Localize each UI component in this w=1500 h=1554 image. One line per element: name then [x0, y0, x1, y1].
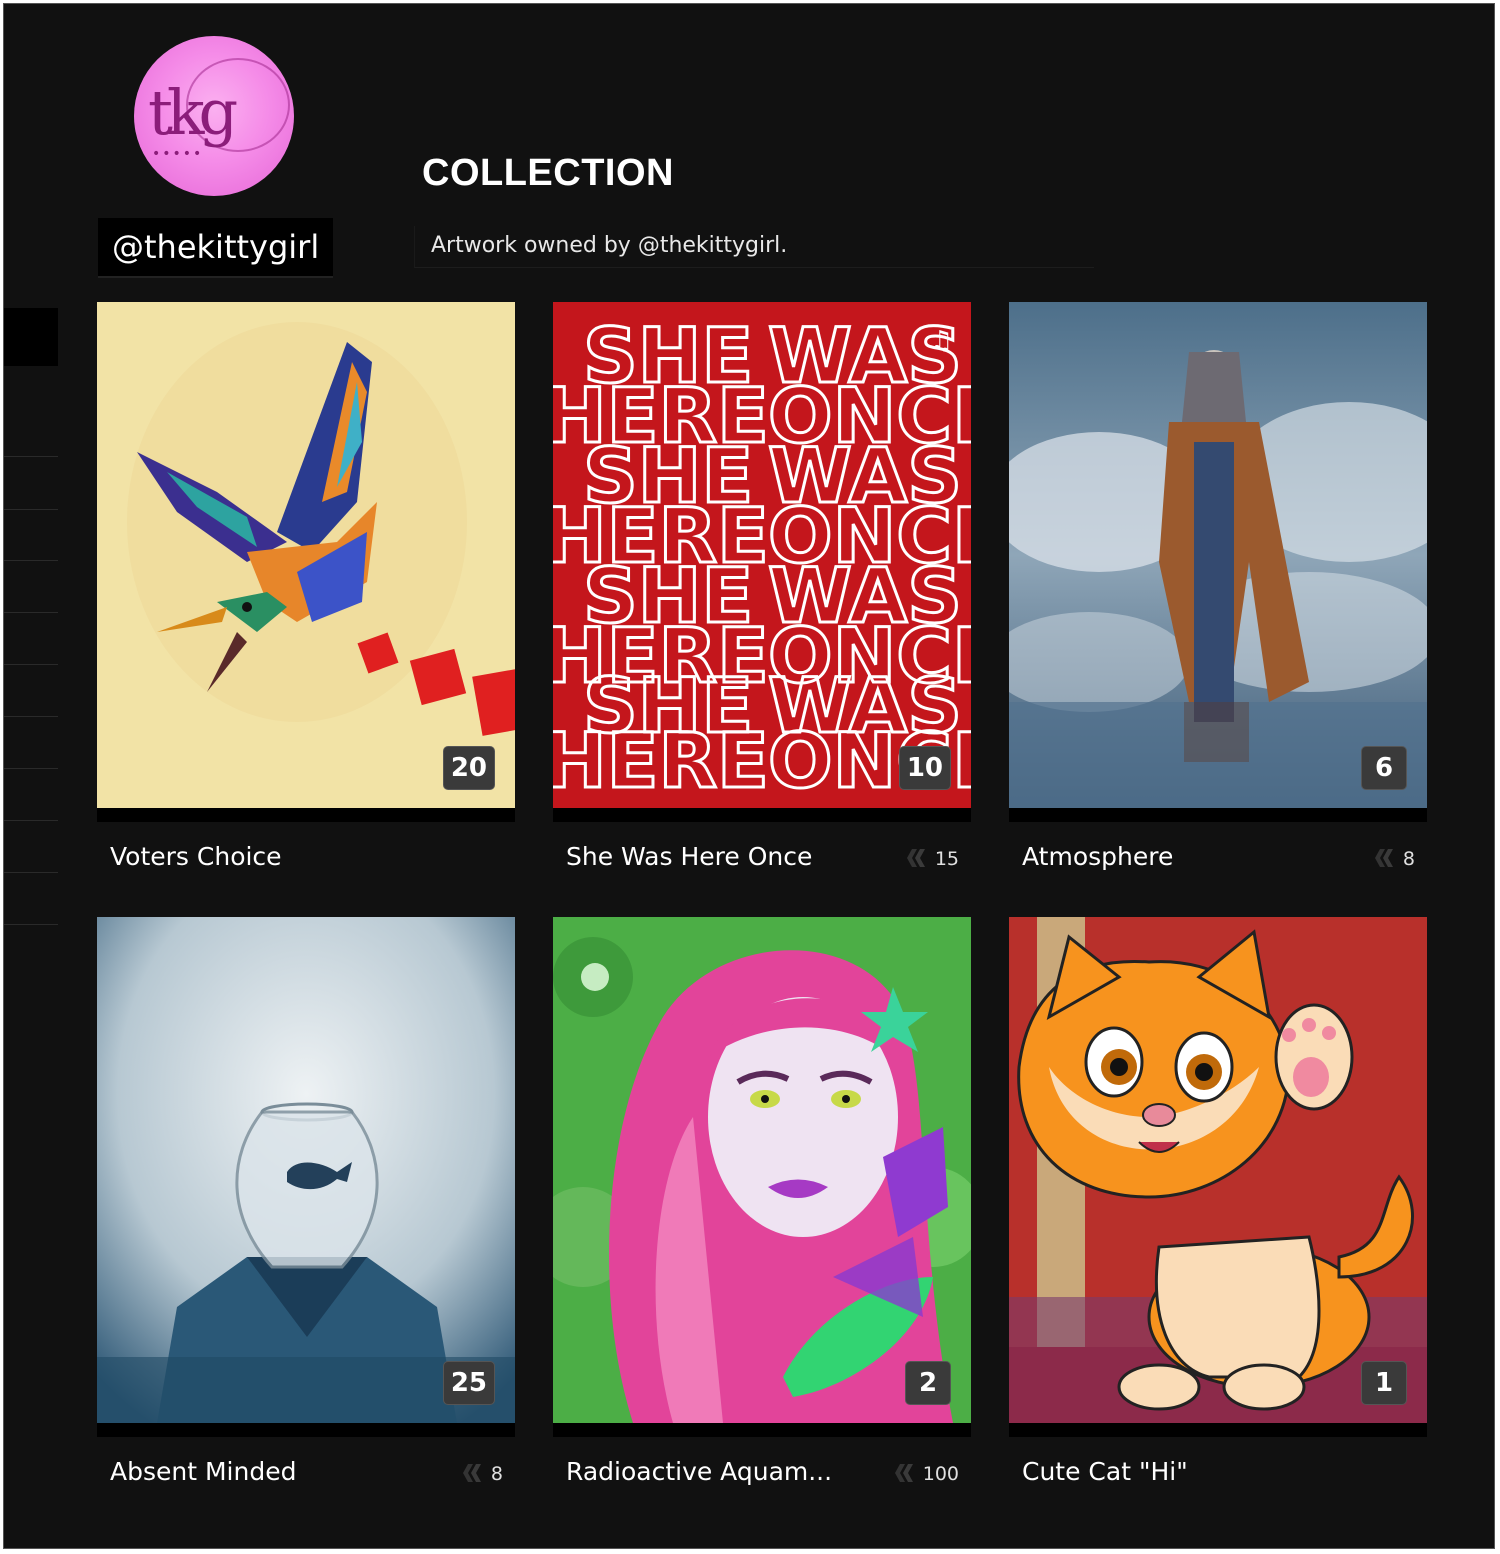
- artwork-image[interactable]: 20: [97, 302, 515, 822]
- edition-count-badge: 2: [905, 1361, 951, 1405]
- edition-count-badge: 1: [1361, 1361, 1407, 1405]
- artwork-image[interactable]: 25: [97, 917, 515, 1437]
- fishbowl-artwork: [97, 917, 515, 1423]
- price-value: 15: [934, 848, 959, 870]
- edition-count-badge: 6: [1361, 746, 1407, 790]
- artwork-image[interactable]: 1: [1009, 917, 1427, 1437]
- sidebar-divider: [4, 509, 58, 510]
- sidebar-divider: [4, 768, 58, 769]
- typography-artwork: SHE WAS HERE ONCE SHE WAS HERE ONCE SHE …: [553, 302, 971, 808]
- logo-dots: •••••: [152, 146, 204, 162]
- sidebar-divider: [4, 560, 58, 561]
- artwork-title[interactable]: She Was Here Once: [566, 842, 812, 871]
- hive-icon: [1374, 849, 1393, 867]
- artwork-title[interactable]: Absent Minded: [110, 1457, 296, 1486]
- sidebar-tab[interactable]: [4, 308, 58, 366]
- artwork-title[interactable]: Atmosphere: [1022, 842, 1173, 871]
- hive-icon: [894, 1464, 913, 1482]
- edition-count-badge: 20: [442, 746, 495, 790]
- page-subtitle: Artwork owned by @thekittygirl.: [414, 226, 1094, 268]
- artwork-title[interactable]: Radioactive Aquam...: [566, 1457, 832, 1486]
- artwork-image[interactable]: 6: [1009, 302, 1427, 822]
- page-title: COLLECTION: [422, 152, 674, 194]
- username-label[interactable]: @thekittygirl: [98, 218, 334, 278]
- price-value: 8: [490, 1463, 503, 1485]
- artwork-image[interactable]: 2: [553, 917, 971, 1437]
- artwork-title[interactable]: Voters Choice: [110, 842, 282, 871]
- sidebar-divider: [4, 664, 58, 665]
- bird-artwork: [97, 302, 515, 808]
- price-value: 8: [1402, 848, 1415, 870]
- edition-count-badge: 10: [898, 746, 951, 790]
- hive-icon: [906, 849, 925, 867]
- price-value: 100: [922, 1463, 959, 1485]
- profile-logo[interactable]: tkg •••••: [134, 36, 294, 196]
- mermaid-artwork: [553, 917, 971, 1423]
- sidebar-divider: [4, 924, 58, 925]
- sidebar-divider: [4, 456, 58, 457]
- storm-figure-artwork: [1009, 302, 1427, 808]
- artwork-title[interactable]: Cute Cat "Hi": [1022, 1457, 1188, 1486]
- cat-artwork: [1009, 917, 1427, 1423]
- edition-count-badge: 25: [442, 1361, 495, 1405]
- price-label: 8: [1373, 848, 1415, 870]
- price-label: 15: [905, 848, 959, 870]
- page-frame: tkg ••••• @thekittygirl COLLECTION Artwo…: [3, 3, 1495, 1549]
- music-note-icon: ♫: [929, 326, 953, 356]
- logo-text: tkg: [148, 76, 238, 149]
- hive-icon: [462, 1464, 481, 1482]
- sidebar-divider: [4, 872, 58, 873]
- sidebar-divider: [4, 820, 58, 821]
- sidebar-divider: [4, 716, 58, 717]
- price-label: 100: [893, 1463, 959, 1485]
- artwork-image[interactable]: SHE WAS HERE ONCE SHE WAS HERE ONCE SHE …: [553, 302, 971, 822]
- sidebar-divider: [4, 612, 58, 613]
- art-word: HERE: [553, 716, 769, 805]
- price-label: 8: [461, 1463, 503, 1485]
